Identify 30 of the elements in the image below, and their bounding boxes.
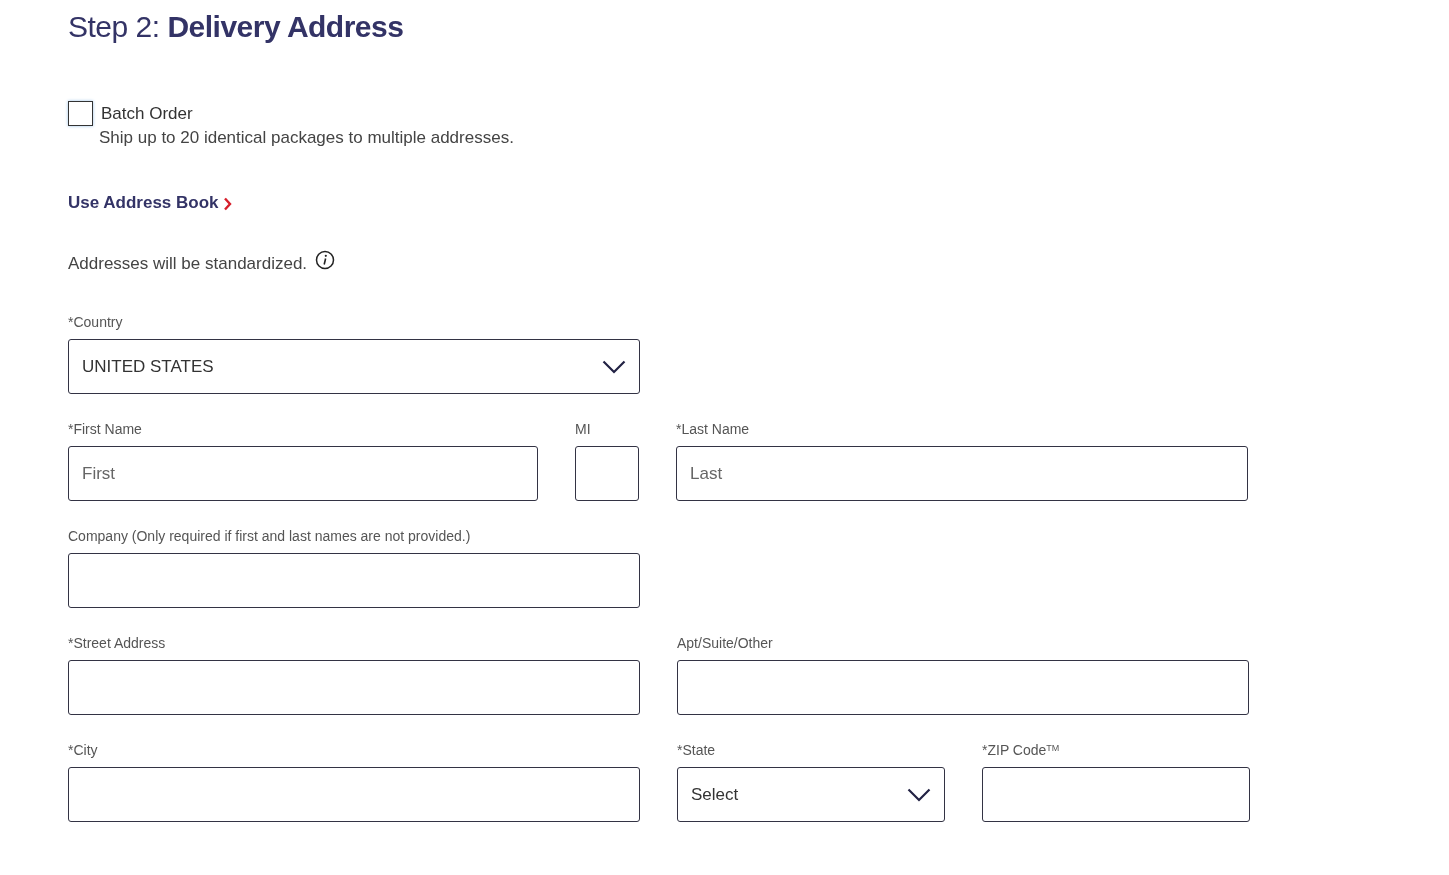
field-label: *First Name — [68, 420, 143, 438]
field-label: Apt/Suite/Other — [677, 634, 774, 652]
field-label: *ZIP Code$^{TM}$ — [982, 741, 1061, 759]
field-label: MI — [575, 420, 592, 438]
input-field[interactable] — [68, 767, 640, 822]
input-field[interactable]: First — [68, 446, 538, 501]
batch-order-checkbox[interactable] — [68, 101, 93, 126]
dropdown-field[interactable]: UNITED STATES — [68, 339, 640, 394]
batch-order-description: Ship up to 20 identical packages to multiple addresses. — [99, 127, 515, 149]
input-field[interactable] — [982, 767, 1250, 822]
field-label: *City — [68, 741, 99, 759]
address-book-link[interactable]: Use Address Book — [68, 193, 233, 212]
chevron-down-icon — [907, 787, 931, 802]
field-label: *Street Address — [68, 634, 167, 652]
field-label: *Country — [68, 313, 124, 331]
standardized-notice: Addresses will be standardized. — [68, 252, 308, 275]
dropdown-field[interactable]: Select — [677, 767, 945, 822]
field-label: *Last Name — [676, 420, 751, 438]
chevron-down-icon — [602, 359, 626, 374]
input-field[interactable] — [575, 446, 639, 501]
field-label: *State — [677, 741, 717, 759]
page-heading: Step 2: Delivery Address — [68, 9, 405, 45]
chevron-right-icon — [223, 196, 233, 211]
field-label: Company (Only required if first and last names are not provided.) — [68, 527, 472, 545]
batch-order-label: Batch Order — [101, 102, 193, 125]
input-field[interactable] — [68, 660, 640, 715]
input-field[interactable] — [677, 660, 1249, 715]
info-icon[interactable] — [315, 250, 336, 271]
input-field[interactable] — [68, 553, 640, 608]
input-field[interactable]: Last — [676, 446, 1248, 501]
